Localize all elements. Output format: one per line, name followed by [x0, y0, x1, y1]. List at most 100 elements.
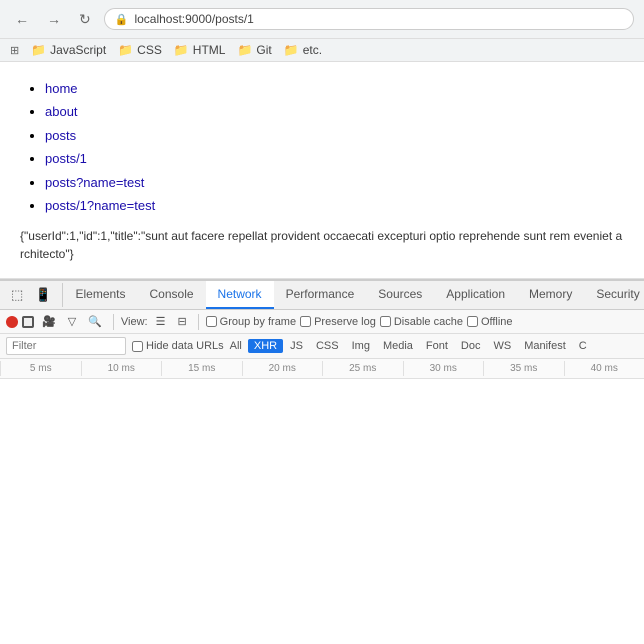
offline-label: Offline [481, 316, 513, 328]
bookmark-css[interactable]: 📁 CSS [118, 43, 162, 57]
disable-cache-label: Disable cache [394, 316, 463, 328]
tick-30ms: 30 ms [403, 361, 484, 376]
group-by-frame-input[interactable] [206, 316, 217, 327]
disable-cache-input[interactable] [380, 316, 391, 327]
tab-network[interactable]: Network [206, 281, 274, 309]
record-button[interactable] [6, 316, 18, 328]
preview-view-button[interactable]: ⊟ [173, 313, 190, 330]
preserve-log-input[interactable] [300, 316, 311, 327]
hide-data-urls-input[interactable] [132, 341, 143, 352]
hide-data-urls-checkbox[interactable]: Hide data URLs [132, 340, 224, 352]
tab-elements[interactable]: Elements [63, 281, 137, 309]
filter-types: XHR JS CSS Img Media Font Doc WS Manifes… [248, 339, 593, 353]
offline-checkbox[interactable]: Offline [467, 316, 513, 328]
link-home[interactable]: home [45, 81, 78, 96]
list-item: posts/1?name=test [45, 194, 624, 217]
address-bar[interactable]: 🔒 localhost:9000/posts/1 [104, 8, 634, 30]
filter-img[interactable]: Img [346, 339, 376, 353]
forward-button[interactable]: → [42, 9, 66, 29]
bookmark-etc[interactable]: 📁 etc. [284, 43, 322, 57]
link-posts-1[interactable]: posts/1 [45, 151, 87, 166]
bookmarks-bar: ⊞ 📁 JavaScript 📁 CSS 📁 HTML 📁 Git 📁 etc. [0, 38, 644, 61]
reload-button[interactable]: ↻ [74, 9, 96, 30]
timeline-body [0, 379, 644, 459]
network-toolbar: 🎥 ▽ 🔍 View: ☰ ⊟ Group by frame Preserve … [0, 310, 644, 334]
tick-35ms: 35 ms [483, 361, 564, 376]
devtools-panel: ⬚ 📱 Elements Console Network Performance… [0, 279, 644, 459]
group-by-frame-label: Group by frame [220, 316, 296, 328]
tab-security[interactable]: Security [584, 281, 644, 309]
hide-data-urls-label: Hide data URLs [146, 340, 224, 352]
list-item: about [45, 100, 624, 123]
url-text: localhost:9000/posts/1 [134, 12, 253, 26]
device-icon-button[interactable]: 📱 [30, 283, 56, 307]
tick-25ms: 25 ms [322, 361, 403, 376]
list-item: posts/1 [45, 147, 624, 170]
tab-application[interactable]: Application [434, 281, 517, 309]
search-button[interactable]: 🔍 [84, 313, 106, 330]
bookmark-git[interactable]: 📁 Git [237, 43, 271, 57]
tick-15ms: 15 ms [161, 361, 242, 376]
bookmark-css-label: CSS [137, 43, 162, 57]
filter-button[interactable]: ▽ [64, 313, 80, 330]
view-label: View: [121, 316, 148, 328]
filter-input[interactable] [6, 337, 126, 355]
bookmark-html[interactable]: 📁 HTML [174, 43, 226, 57]
tab-console[interactable]: Console [138, 281, 206, 309]
tab-memory[interactable]: Memory [517, 281, 584, 309]
filter-other[interactable]: C [573, 339, 593, 353]
bookmark-html-label: HTML [193, 43, 226, 57]
nav-links-list: home about posts posts/1 posts?name=test… [45, 77, 624, 217]
bookmark-html-icon: 📁 [174, 43, 189, 57]
tick-5ms: 5 ms [0, 361, 81, 376]
filter-bar: Hide data URLs All XHR JS CSS Img Media … [0, 334, 644, 359]
filter-js[interactable]: JS [284, 339, 309, 353]
filter-css[interactable]: CSS [310, 339, 345, 353]
filter-all-label[interactable]: All [230, 340, 242, 352]
tab-performance[interactable]: Performance [274, 281, 367, 309]
timeline-ruler: 5 ms 10 ms 15 ms 20 ms 25 ms 30 ms 35 ms… [0, 359, 644, 379]
bookmark-javascript-icon: 📁 [31, 43, 46, 57]
link-posts-name-test[interactable]: posts?name=test [45, 175, 144, 190]
bookmark-javascript-label: JavaScript [50, 43, 106, 57]
preserve-log-checkbox[interactable]: Preserve log [300, 316, 376, 328]
bookmark-etc-label: etc. [303, 43, 322, 57]
timeline: 5 ms 10 ms 15 ms 20 ms 25 ms 30 ms 35 ms… [0, 359, 644, 459]
filter-xhr[interactable]: XHR [248, 339, 283, 353]
tick-10ms: 10 ms [81, 361, 162, 376]
filter-manifest[interactable]: Manifest [518, 339, 572, 353]
group-by-frame-checkbox[interactable]: Group by frame [206, 316, 296, 328]
link-posts[interactable]: posts [45, 128, 76, 143]
page-content: home about posts posts/1 posts?name=test… [0, 62, 644, 279]
filter-media[interactable]: Media [377, 339, 419, 353]
filter-font[interactable]: Font [420, 339, 454, 353]
apps-icon: ⊞ [10, 44, 19, 57]
tick-40ms: 40 ms [564, 361, 644, 376]
bookmark-git-label: Git [256, 43, 271, 57]
link-about[interactable]: about [45, 104, 78, 119]
offline-input[interactable] [467, 316, 478, 327]
list-item: home [45, 77, 624, 100]
bookmark-git-icon: 📁 [237, 43, 252, 57]
inspect-icon-button[interactable]: ⬚ [6, 283, 28, 307]
list-item: posts [45, 124, 624, 147]
filter-ws[interactable]: WS [487, 339, 517, 353]
bookmark-javascript[interactable]: 📁 JavaScript [31, 43, 106, 57]
json-output: {"userId":1,"id":1,"title":"sunt aut fac… [20, 227, 624, 263]
camera-button[interactable]: 🎥 [38, 313, 60, 330]
list-item: posts?name=test [45, 171, 624, 194]
tab-sources[interactable]: Sources [366, 281, 434, 309]
bookmark-css-icon: 📁 [118, 43, 133, 57]
nav-bar: ← → ↻ 🔒 localhost:9000/posts/1 [0, 0, 644, 38]
separator-2 [198, 314, 199, 330]
list-view-button[interactable]: ☰ [152, 313, 170, 330]
disable-cache-checkbox[interactable]: Disable cache [380, 316, 463, 328]
back-button[interactable]: ← [10, 9, 34, 29]
bookmark-etc-icon: 📁 [284, 43, 299, 57]
filter-doc[interactable]: Doc [455, 339, 487, 353]
lock-icon: 🔒 [115, 13, 129, 26]
stop-button[interactable] [22, 316, 34, 328]
tick-20ms: 20 ms [242, 361, 323, 376]
devtools-tab-icons: ⬚ 📱 [0, 283, 63, 307]
link-posts-1-name-test[interactable]: posts/1?name=test [45, 198, 155, 213]
